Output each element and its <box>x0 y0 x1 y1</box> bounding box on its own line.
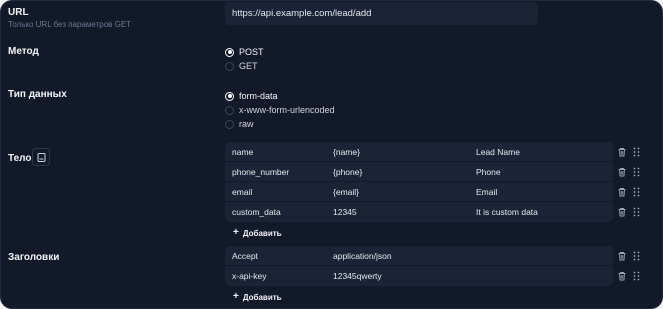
drag-handle-icon[interactable] <box>633 187 640 197</box>
data-type-option-raw[interactable]: raw <box>225 117 254 131</box>
body-editor-button[interactable] <box>32 148 50 166</box>
radio-checked-icon[interactable] <box>225 47 234 57</box>
row-actions <box>616 182 646 202</box>
headers-row-actions <box>616 246 646 286</box>
method-option-get[interactable]: GET <box>225 59 258 73</box>
body-label: Тело <box>8 153 32 164</box>
url-label: URL <box>8 7 29 18</box>
drag-handle-icon[interactable] <box>633 251 640 261</box>
webhook-settings-card: URL Только URL без параметров GET Метод … <box>0 0 663 309</box>
plus-icon: + <box>233 227 239 238</box>
trash-icon[interactable] <box>617 207 627 217</box>
method-option-label: POST <box>239 47 264 57</box>
data-type-label: Тип данных <box>8 89 67 100</box>
headers-label: Заголовки <box>8 252 60 263</box>
row-actions <box>616 142 646 162</box>
method-option-post[interactable]: POST <box>225 45 264 59</box>
header-value-field[interactable]: application/json <box>333 246 468 266</box>
data-type-option-form-data[interactable]: form-data <box>225 89 278 103</box>
param-key-field[interactable]: name <box>232 142 327 162</box>
param-description-field[interactable]: Phone <box>476 162 606 182</box>
drag-handle-icon[interactable] <box>633 207 640 217</box>
param-value-field[interactable]: {name} <box>333 142 468 162</box>
body-params-table: name {name} Lead Name phone_number {phon… <box>225 142 613 222</box>
row-actions <box>616 266 646 286</box>
radio-checked-icon[interactable] <box>225 91 234 101</box>
param-description-field[interactable]: It is custom data <box>476 202 606 222</box>
table-row: custom_data 12345 It is custom data <box>225 202 613 222</box>
radio-unchecked-icon[interactable] <box>225 119 234 129</box>
method-label: Метод <box>8 46 39 57</box>
param-description-field[interactable]: Email <box>476 182 606 202</box>
document-icon <box>37 153 46 162</box>
param-value-field[interactable]: 12345 <box>333 202 468 222</box>
radio-unchecked-icon[interactable] <box>225 105 234 115</box>
trash-icon[interactable] <box>617 167 627 177</box>
drag-handle-icon[interactable] <box>633 147 640 157</box>
url-input[interactable] <box>225 2 538 25</box>
row-actions <box>616 202 646 222</box>
header-key-field[interactable]: x-api-key <box>232 266 327 286</box>
row-actions <box>616 162 646 182</box>
url-hint: Только URL без параметров GET <box>8 20 132 29</box>
param-key-field[interactable]: custom_data <box>232 202 327 222</box>
add-button-label: Добавить <box>242 228 282 238</box>
trash-icon[interactable] <box>617 187 627 197</box>
drag-handle-icon[interactable] <box>633 167 640 177</box>
add-button-label: Добавить <box>242 292 282 302</box>
drag-handle-icon[interactable] <box>633 271 640 281</box>
add-header-button[interactable]: + Добавить <box>233 291 282 303</box>
trash-icon[interactable] <box>617 251 627 261</box>
param-value-field[interactable]: {email} <box>333 182 468 202</box>
radio-unchecked-icon[interactable] <box>225 61 234 71</box>
table-row: name {name} Lead Name <box>225 142 613 162</box>
trash-icon[interactable] <box>617 271 627 281</box>
data-type-option-label: raw <box>239 119 254 129</box>
body-row-actions <box>616 142 646 222</box>
table-row: email {email} Email <box>225 182 613 202</box>
table-row: Accept application/json <box>225 246 613 266</box>
header-key-field[interactable]: Accept <box>232 246 327 266</box>
row-actions <box>616 246 646 266</box>
param-value-field[interactable]: {phone} <box>333 162 468 182</box>
headers-table: Accept application/json x-api-key 12345q… <box>225 246 613 286</box>
method-option-label: GET <box>239 61 258 71</box>
data-type-option-urlencoded[interactable]: x-www-form-urlencoded <box>225 103 335 117</box>
trash-icon[interactable] <box>617 147 627 157</box>
plus-icon: + <box>233 291 239 302</box>
add-body-param-button[interactable]: + Добавить <box>233 227 282 239</box>
data-type-option-label: x-www-form-urlencoded <box>239 105 335 115</box>
table-row: phone_number {phone} Phone <box>225 162 613 182</box>
table-row: x-api-key 12345qwerty <box>225 266 613 286</box>
param-key-field[interactable]: email <box>232 182 327 202</box>
param-description-field[interactable]: Lead Name <box>476 142 606 162</box>
data-type-option-label: form-data <box>239 91 278 101</box>
param-key-field[interactable]: phone_number <box>232 162 327 182</box>
header-value-field[interactable]: 12345qwerty <box>333 266 468 286</box>
